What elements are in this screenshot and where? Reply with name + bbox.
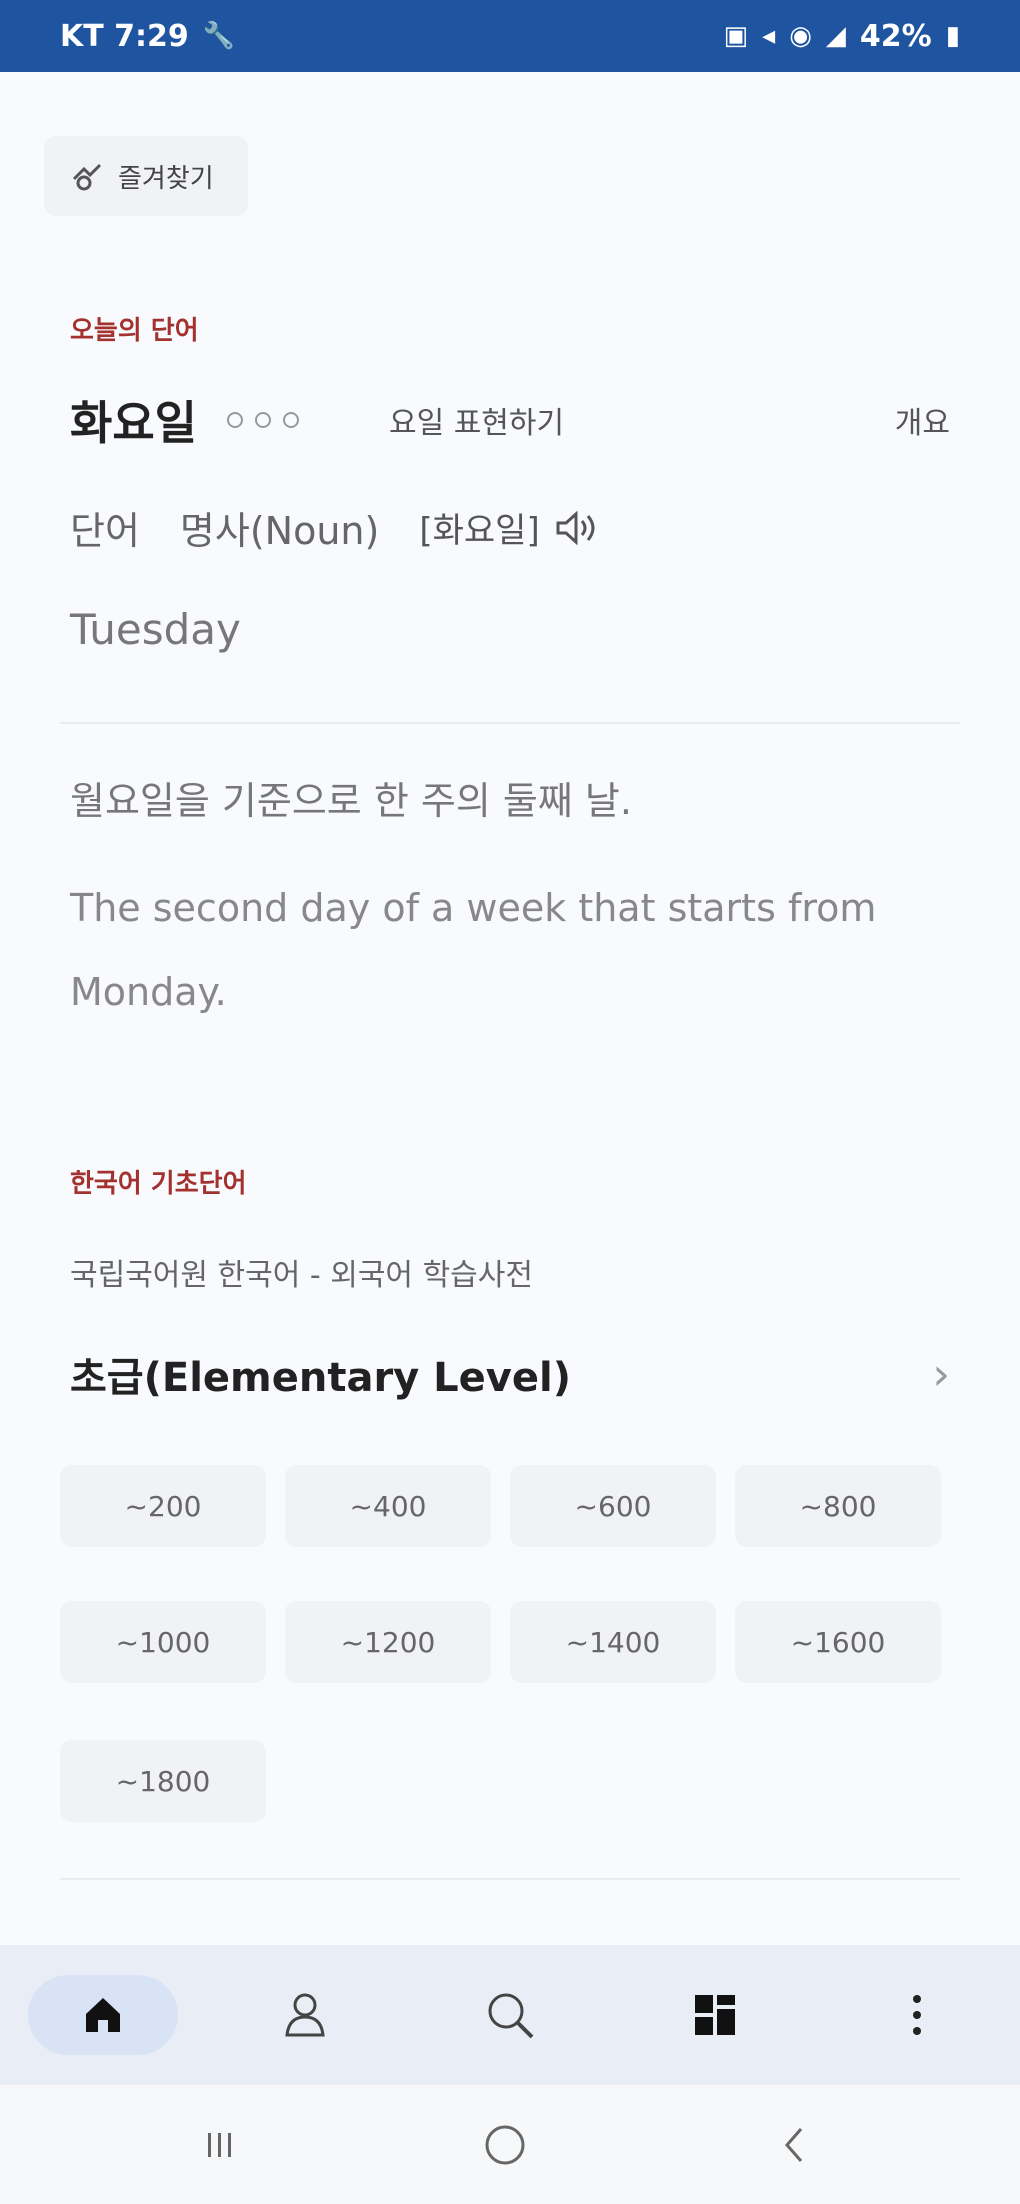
favorites-button[interactable]: 즐겨찾기 bbox=[44, 136, 248, 216]
word-type: 단어 bbox=[70, 509, 140, 553]
volume-icon: ◂ bbox=[762, 21, 776, 51]
chevron-right-icon: › bbox=[932, 1348, 950, 1400]
definition-english: The second day of a week that starts fro… bbox=[70, 886, 877, 1014]
range-button[interactable]: ~1200 bbox=[285, 1601, 491, 1683]
status-bar: KT 7:29 🔧 ▣ ◂ ◉ ◢ 42% ▮ bbox=[0, 0, 1020, 72]
page-dots bbox=[226, 412, 299, 428]
range-button[interactable]: ~400 bbox=[285, 1465, 491, 1547]
range-button[interactable]: ~800 bbox=[735, 1465, 941, 1547]
speaker-icon[interactable] bbox=[552, 508, 604, 548]
definition-korean: 월요일을 기준으로 한 주의 둘째 날. bbox=[70, 779, 632, 823]
signal-icon: ◢ bbox=[825, 21, 846, 51]
battery-icon: ▮ bbox=[945, 21, 960, 51]
pronunciation: [화요일] bbox=[419, 511, 540, 551]
favorites-label: 즐겨찾기 bbox=[118, 163, 214, 194]
range-button[interactable]: ~600 bbox=[510, 1465, 716, 1547]
word-row: 화요일 요일 표현하기 개요 bbox=[70, 390, 950, 450]
range-button[interactable]: ~1800 bbox=[60, 1740, 266, 1822]
favorites-icon bbox=[72, 163, 102, 191]
person-icon bbox=[285, 1993, 325, 2037]
grid-icon bbox=[695, 1995, 735, 2035]
recent-apps-icon bbox=[208, 2133, 231, 2157]
battery-level: 42% bbox=[859, 18, 932, 54]
wifi-icon: ◉ bbox=[789, 21, 812, 51]
nav-profile[interactable] bbox=[250, 1975, 360, 2055]
image-icon: ▣ bbox=[723, 21, 749, 51]
word-meta-row: 단어 명사(Noun) [화요일] bbox=[70, 500, 604, 555]
dot-3 bbox=[282, 412, 299, 428]
back-icon bbox=[785, 2128, 803, 2162]
range-button[interactable]: ~1400 bbox=[510, 1601, 716, 1683]
wrench-icon: 🔧 bbox=[202, 21, 236, 51]
home-system-button[interactable] bbox=[465, 2115, 545, 2175]
bottom-navigation bbox=[0, 1945, 1020, 2085]
english-translation: Tuesday bbox=[70, 605, 241, 654]
status-left: KT 7:29 🔧 bbox=[60, 19, 235, 54]
level-title: 초급(Elementary Level) bbox=[70, 1355, 571, 1401]
carrier-time: KT 7:29 bbox=[60, 18, 189, 54]
recent-apps-button[interactable] bbox=[180, 2115, 260, 2175]
dot-2 bbox=[254, 412, 271, 428]
dot-1 bbox=[226, 412, 243, 428]
nav-more[interactable] bbox=[862, 1975, 972, 2055]
search-icon bbox=[488, 1993, 534, 2039]
elementary-level-row[interactable]: 초급(Elementary Level) › bbox=[70, 1345, 950, 1403]
dictionary-source: 국립국어원 한국어 - 외국어 학습사전 bbox=[70, 1258, 533, 1293]
basic-vocab-label: 한국어 기초단어 bbox=[70, 1169, 247, 1199]
back-button[interactable] bbox=[755, 2115, 835, 2175]
status-right: ▣ ◂ ◉ ◢ 42% ▮ bbox=[724, 19, 960, 54]
part-of-speech: 명사(Noun) bbox=[179, 509, 380, 553]
divider bbox=[60, 1878, 960, 1880]
nav-home[interactable] bbox=[28, 1975, 178, 2055]
range-button[interactable]: ~1000 bbox=[60, 1601, 266, 1683]
system-navigation-bar bbox=[0, 2085, 1020, 2204]
home-icon bbox=[86, 1998, 120, 2032]
more-vertical-icon bbox=[913, 1995, 921, 2035]
range-button[interactable]: ~1600 bbox=[735, 1601, 941, 1683]
word-title[interactable]: 화요일 bbox=[70, 387, 197, 453]
related-expression-link[interactable]: 요일 표현하기 bbox=[389, 398, 564, 442]
nav-search[interactable] bbox=[455, 1975, 565, 2055]
nav-categories[interactable] bbox=[660, 1975, 770, 2055]
word-of-day-label: 오늘의 단어 bbox=[70, 316, 199, 346]
divider bbox=[60, 722, 960, 724]
home-circle-icon bbox=[485, 2125, 525, 2165]
range-button[interactable]: ~200 bbox=[60, 1465, 266, 1547]
overview-link[interactable]: 개요 bbox=[895, 398, 950, 442]
pronunciation-group[interactable]: [화요일] bbox=[419, 503, 603, 552]
